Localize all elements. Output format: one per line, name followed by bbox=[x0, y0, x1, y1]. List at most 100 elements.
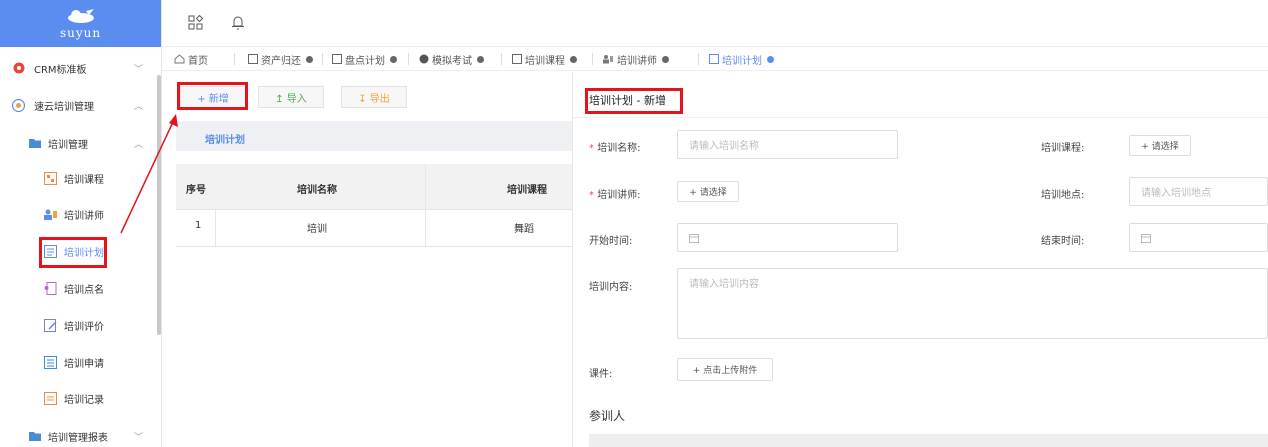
sub-tab-plan[interactable]: 培训计划 bbox=[205, 131, 245, 146]
import-button[interactable]: ↥ 导入 bbox=[258, 86, 324, 108]
sidebar-item-course[interactable]: 培训课程 bbox=[0, 168, 157, 188]
apps-grid-icon[interactable] bbox=[188, 15, 204, 31]
rollcall-icon bbox=[44, 281, 57, 295]
training-name-input[interactable]: 请输入培训名称 bbox=[677, 130, 898, 159]
export-button[interactable]: ↧ 导出 bbox=[341, 86, 407, 108]
logo-text: suyun bbox=[59, 25, 102, 40]
sidebar-item-label: CRM标准板 bbox=[34, 64, 87, 76]
bell-icon[interactable] bbox=[231, 14, 245, 31]
start-time-label: 开始时间: bbox=[589, 236, 633, 247]
sidebar-item-teacher[interactable]: 培训讲师 bbox=[0, 204, 157, 224]
course-label: 培训课程: bbox=[1041, 143, 1085, 154]
plan-icon bbox=[709, 54, 719, 64]
apply-icon bbox=[44, 355, 57, 369]
tab-label: 资产归还 bbox=[261, 55, 301, 67]
content-label: 培训内容: bbox=[589, 282, 633, 293]
sidebar-item-label: 培训申请 bbox=[64, 358, 104, 370]
sidebar-item-suyun-training[interactable]: 速云培训管理 ︿ bbox=[0, 95, 157, 115]
sidebar-item-evaluate[interactable]: 培训评价 bbox=[0, 315, 157, 335]
sidebar-item-label: 培训管理报表 bbox=[48, 432, 108, 444]
calendar-icon bbox=[689, 233, 699, 243]
name-label: * 培训名称: bbox=[589, 143, 641, 154]
teacher-icon bbox=[44, 208, 57, 221]
close-tab-icon[interactable] bbox=[767, 55, 774, 63]
sidebar-item-record[interactable]: 培训记录 bbox=[0, 388, 157, 408]
panel-divider bbox=[573, 117, 1268, 118]
column-header: 培训课程 bbox=[507, 185, 547, 196]
tab-label: 盘点计划 bbox=[345, 55, 385, 67]
tab-label: 培训计划 bbox=[722, 55, 762, 67]
teacher-label: * 培训讲师: bbox=[589, 190, 641, 201]
record-icon bbox=[44, 391, 57, 405]
tab-divider bbox=[234, 53, 235, 65]
sidebar-item-label: 培训课程 bbox=[64, 174, 104, 186]
exam-icon bbox=[419, 54, 429, 64]
end-time-label: 结束时间: bbox=[1041, 236, 1085, 247]
tab-plan[interactable]: 培训计划 bbox=[709, 51, 774, 67]
home-icon bbox=[174, 54, 185, 64]
end-time-picker[interactable] bbox=[1129, 223, 1268, 252]
highlight-box bbox=[177, 82, 248, 110]
attachment-label: 课件: bbox=[589, 369, 613, 380]
form-panel bbox=[572, 72, 1268, 447]
sidebar-item-crm[interactable]: CRM标准板 ﹀ bbox=[0, 58, 157, 78]
training-location-input[interactable]: 请输入培训地点 bbox=[1129, 177, 1268, 206]
chevron-up-icon: ︿ bbox=[133, 139, 143, 150]
tab-mock-exam[interactable]: 模拟考试 bbox=[419, 51, 484, 67]
upload-attachment-button[interactable]: + 点击上传附件 bbox=[677, 358, 773, 381]
sidebar: suyun CRM标准板 ﹀ 速云培训管理 ︿ 培训管理 ︿ 培训课程 培训讲师… bbox=[0, 0, 162, 447]
tab-label: 培训讲师 bbox=[617, 55, 657, 67]
table-cell: 舞蹈 bbox=[514, 224, 534, 235]
asset-icon bbox=[248, 54, 258, 64]
tab-teacher[interactable]: 培训讲师 bbox=[603, 51, 669, 67]
column-header: 序号 bbox=[186, 185, 206, 196]
sidebar-item-label: 培训点名 bbox=[64, 284, 104, 296]
tab-divider bbox=[501, 53, 502, 65]
tab-divider bbox=[592, 53, 593, 65]
inventory-icon bbox=[332, 54, 342, 64]
select-teacher-button[interactable]: + 请选择 bbox=[677, 181, 739, 202]
app-logo: suyun bbox=[0, 0, 161, 47]
sidebar-item-rollcall[interactable]: 培训点名 bbox=[0, 278, 157, 298]
close-tab-icon[interactable] bbox=[477, 55, 484, 63]
close-tab-icon[interactable] bbox=[570, 55, 577, 63]
close-tab-icon[interactable] bbox=[306, 55, 313, 63]
tab-label: 培训课程 bbox=[525, 55, 565, 67]
highlight-box bbox=[39, 237, 107, 268]
chevron-up-icon: ︿ bbox=[133, 101, 143, 112]
tab-asset-return[interactable]: 资产归还 bbox=[248, 51, 313, 67]
sidebar-item-label: 培训记录 bbox=[64, 394, 104, 406]
chevron-down-icon: ﹀ bbox=[133, 432, 143, 443]
tab-label: 首页 bbox=[188, 55, 208, 67]
close-tab-icon[interactable] bbox=[390, 55, 397, 63]
sidebar-item-training-mgmt[interactable]: 培训管理 ︿ bbox=[0, 133, 157, 153]
cloud-logo-icon bbox=[67, 8, 94, 23]
tab-divider bbox=[698, 53, 699, 65]
course-icon bbox=[512, 54, 522, 64]
sidebar-item-label: 培训管理 bbox=[48, 139, 88, 151]
tab-inventory[interactable]: 盘点计划 bbox=[332, 51, 397, 67]
tab-bar: 首页 资产归还 盘点计划 模拟考试 培训课程 培训讲师 培训计划 bbox=[162, 47, 1268, 71]
sidebar-item-apply[interactable]: 培训申请 bbox=[0, 352, 157, 372]
sidebar-item-label: 培训评价 bbox=[64, 321, 104, 333]
training-logo-icon bbox=[12, 98, 25, 112]
tab-home[interactable]: 首页 bbox=[174, 51, 208, 67]
close-tab-icon[interactable] bbox=[662, 55, 669, 63]
table-cell: 1 bbox=[195, 220, 202, 231]
course-icon bbox=[44, 171, 57, 185]
location-label: 培训地点: bbox=[1041, 190, 1085, 201]
select-course-button[interactable]: + 请选择 bbox=[1129, 135, 1191, 156]
tab-divider bbox=[322, 53, 323, 65]
participants-label: 参训人 bbox=[589, 409, 626, 423]
teacher-icon bbox=[603, 55, 613, 64]
top-bar bbox=[162, 0, 1268, 47]
training-content-textarea[interactable]: 请输入培训内容 bbox=[677, 268, 1268, 339]
start-time-picker[interactable] bbox=[677, 223, 898, 252]
sidebar-item-reports[interactable]: 培训管理报表 ﹀ bbox=[0, 426, 157, 446]
tab-course[interactable]: 培训课程 bbox=[512, 51, 577, 67]
evaluate-icon bbox=[44, 318, 57, 332]
sidebar-scrollbar[interactable] bbox=[157, 75, 161, 335]
participants-table-header bbox=[589, 434, 1268, 447]
row-divider bbox=[176, 246, 572, 247]
column-header: 培训名称 bbox=[297, 185, 337, 196]
